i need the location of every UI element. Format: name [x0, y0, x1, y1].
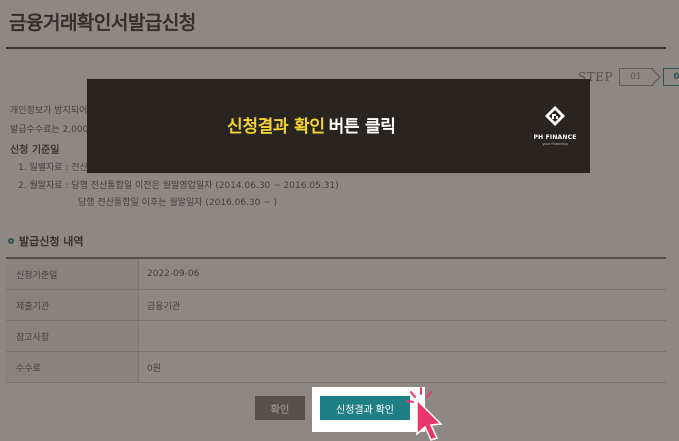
step-indicator: STEP 01 02	[578, 68, 679, 86]
page: 금융거래확인서발급신청 STEP 01 02 개인정보가 방지되어 정확한 사항…	[0, 0, 679, 441]
banner-highlight-text: 신청결과 확인	[227, 117, 325, 137]
section-title-text: 발급신청 내역	[19, 235, 84, 248]
step-2-current: 02	[662, 68, 679, 86]
table-row: 제출기관 금융기관	[6, 290, 666, 321]
row-label: 신청기준일	[6, 259, 139, 289]
row-label: 수수료	[6, 352, 139, 382]
confirm-button[interactable]: 확인	[255, 396, 305, 420]
logo-subtitle: your financing	[542, 142, 568, 146]
row-value: 0원	[147, 363, 162, 374]
banner-text: 신청결과 확인 버튼 클릭	[227, 112, 396, 137]
criteria-item-2: 2. 월말자료 : 당행 전산통합일 이전은 월말영업일자 (2014.06.3…	[18, 181, 339, 191]
page-title: 금융거래확인서발급신청	[9, 12, 196, 34]
section-title: 발급신청 내역	[8, 233, 84, 249]
row-label: 제출기관	[6, 290, 139, 320]
ph-finance-logo: PH FINANCE your financing	[530, 105, 580, 146]
logo-name: PH FINANCE	[533, 134, 577, 141]
table-row: 참고사항	[6, 321, 666, 352]
row-value	[139, 321, 666, 351]
step-1: 01	[619, 68, 653, 86]
instruction-banner: 신청결과 확인 버튼 클릭 PH FINANCE your financing	[87, 79, 590, 173]
table-row: 신청기준일 2022-09-06	[6, 259, 666, 290]
pointer-hand-icon	[406, 387, 443, 441]
application-table: 신청기준일 2022-09-06 제출기관 금융기관 참고사항 수수료 0원	[6, 257, 666, 383]
ph-finance-logo-icon	[545, 106, 565, 126]
row-label: 참고사항	[6, 321, 139, 351]
bullet-icon	[8, 238, 14, 244]
row-value: 2022-09-06	[147, 269, 200, 279]
step-arrow-icon	[650, 68, 663, 86]
title-divider	[6, 47, 666, 49]
table-row: 수수료 0원	[6, 352, 666, 383]
criteria-item-3: 당행 전산통합일 이후는 월말일자 (2016.06.30 ~ )	[78, 198, 278, 208]
row-value: 금융기관	[147, 301, 181, 312]
check-result-button[interactable]: 신청결과 확인	[320, 396, 410, 420]
criteria-heading: 신청 기준일	[10, 145, 60, 156]
banner-rest-text: 버튼 클릭	[328, 117, 396, 137]
